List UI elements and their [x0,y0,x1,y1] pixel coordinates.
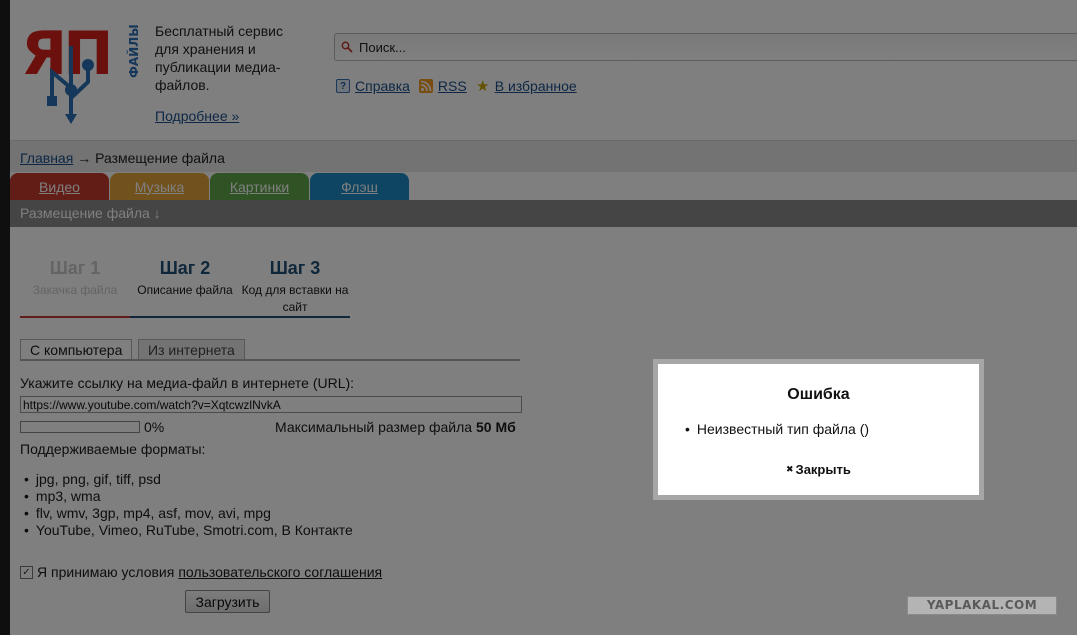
dialog-title: Ошибка [787,386,850,403]
close-button[interactable]: ✖ Закрыть [786,462,851,477]
error-message: Неизвестный тип файла () [685,421,869,437]
error-dialog: Ошибка Неизвестный тип файла () ✖ Закрыт… [653,359,984,500]
modal-overlay[interactable] [0,0,1077,635]
close-icon: ✖ [786,464,794,474]
close-label: Закрыть [795,462,851,477]
watermark: YAPLAKAL.COM [907,596,1057,615]
